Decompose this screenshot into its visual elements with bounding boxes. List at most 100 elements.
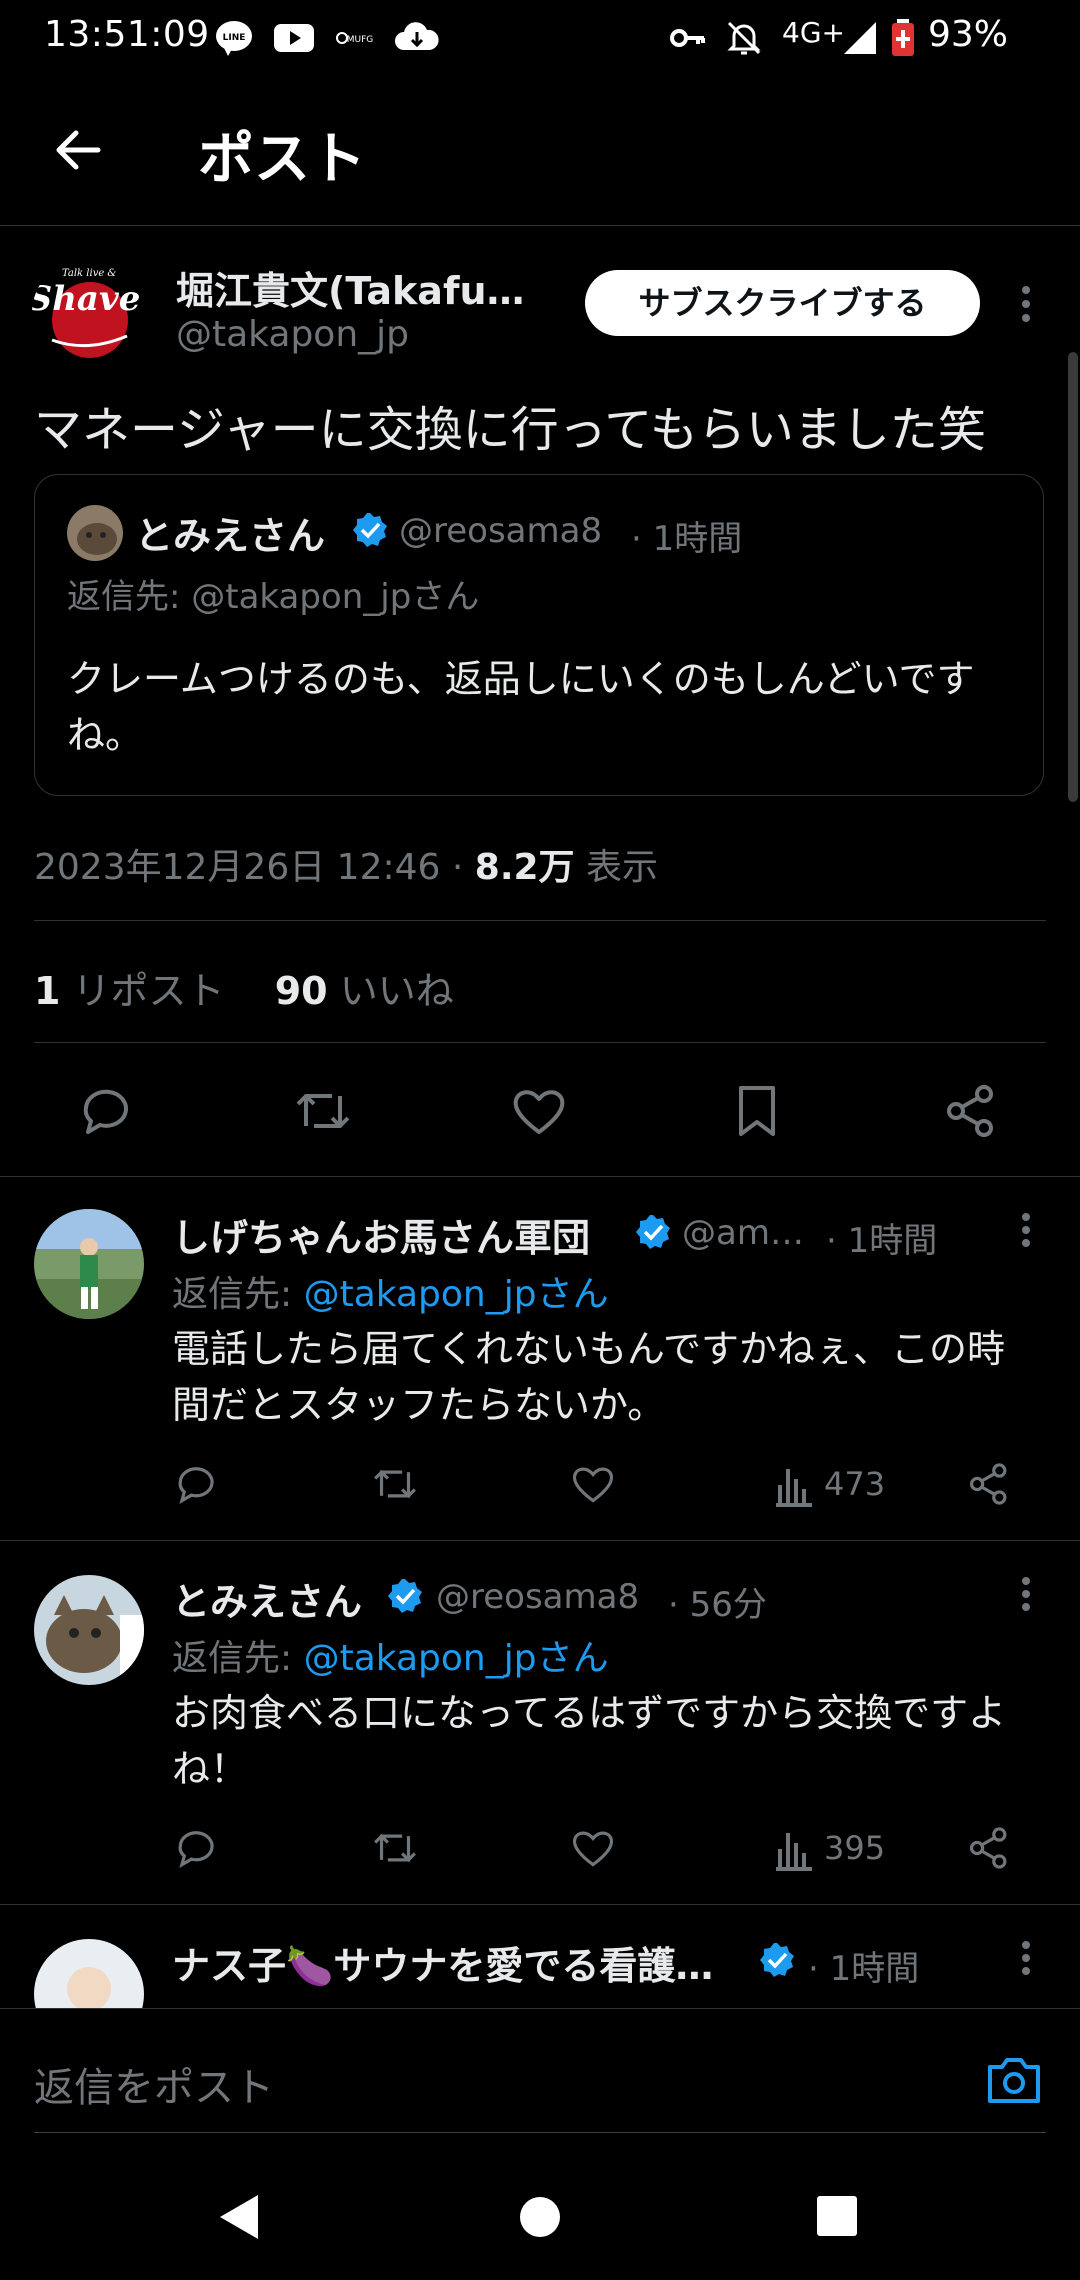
reply-reply-button[interactable] bbox=[174, 1825, 220, 1871]
like-button[interactable] bbox=[510, 1082, 568, 1140]
cloud-download-icon bbox=[392, 18, 442, 58]
quoted-post[interactable]: とみえさん @reosama8 · 1時間 返信先: @takapon_jpさん… bbox=[34, 474, 1044, 796]
share-icon bbox=[947, 1085, 993, 1137]
more-options-icon[interactable] bbox=[1016, 1575, 1036, 1615]
view-count: 473 bbox=[824, 1465, 886, 1503]
svg-text:LINE: LINE bbox=[223, 33, 246, 43]
like-stat[interactable]: 90 いいね bbox=[275, 969, 454, 1013]
reply-to-line: 返信先: @takapon_jpさん bbox=[172, 1274, 609, 1315]
more-options-icon[interactable] bbox=[1016, 1939, 1036, 1979]
reply-to-link[interactable]: @takapon_jpさん bbox=[304, 1274, 609, 1315]
divider bbox=[34, 920, 1046, 921]
more-options-icon[interactable] bbox=[1016, 1211, 1036, 1251]
battery-percent: 93% bbox=[928, 14, 1009, 55]
reply-timestamp: · 1時間 bbox=[826, 1221, 938, 1261]
reply-reply-button[interactable] bbox=[174, 1461, 220, 1507]
reply-to-link[interactable]: @takapon_jpさん bbox=[304, 1638, 609, 1679]
share-button[interactable] bbox=[942, 1082, 1000, 1140]
camera-icon bbox=[988, 2058, 1040, 2103]
reply-to-line: 返信先: @takapon_jpさん bbox=[172, 1638, 609, 1679]
heart-icon bbox=[572, 1831, 614, 1867]
reply-views[interactable]: 395 bbox=[774, 1825, 885, 1871]
header: ポスト bbox=[0, 80, 1080, 226]
reply-item[interactable]: しげちゃんお馬さん軍団 @am… · 1時間 返信先: @takapon_jpさ… bbox=[0, 1177, 1080, 1539]
reply-button[interactable] bbox=[78, 1082, 136, 1140]
reply-item[interactable]: とみえさん @reosama8 · 56分 返信先: @takapon_jpさん… bbox=[0, 1541, 1080, 1903]
reply-author-name[interactable]: とみえさん bbox=[172, 1571, 362, 1626]
quote-timestamp: · 1時間 bbox=[631, 519, 743, 559]
analytics-icon bbox=[776, 1469, 812, 1507]
reply-author-name[interactable]: しげちゃんお馬さん軍団 bbox=[172, 1207, 590, 1262]
back-button[interactable] bbox=[50, 122, 106, 178]
author-avatar[interactable]: Talk live & Shave bbox=[32, 258, 142, 368]
quote-text: クレームつけるのも、返品しにいくのもしんどいですね。 bbox=[67, 657, 975, 757]
reply-share-button[interactable] bbox=[966, 1461, 1012, 1507]
circle-home-icon bbox=[520, 2197, 560, 2237]
reply-text: 電話したら届てくれないもんですかねぇ、この時間だとスタッフたらないか。 bbox=[172, 1327, 1005, 1427]
view-count: 8.2万 bbox=[474, 847, 575, 888]
reply-avatar[interactable] bbox=[34, 1939, 144, 2008]
reply-like-button[interactable] bbox=[570, 1825, 616, 1871]
square-recents-icon bbox=[817, 2196, 857, 2236]
svg-text:Talk live &: Talk live & bbox=[62, 268, 116, 279]
quote-reply-to: 返信先: @takapon_jpさん bbox=[67, 577, 480, 617]
repost-icon bbox=[374, 1469, 416, 1499]
more-options-icon[interactable] bbox=[1016, 282, 1036, 326]
reply-icon bbox=[83, 1089, 128, 1134]
author-name[interactable]: 堀江貴文(Takafu… bbox=[176, 260, 525, 315]
repost-icon bbox=[296, 1094, 350, 1128]
status-bar: 13:51:09 LINE MUFG 4G+ 93% bbox=[0, 0, 1080, 80]
reply-like-button[interactable] bbox=[570, 1461, 616, 1507]
verified-badge-icon bbox=[386, 1577, 424, 1615]
quote-author-name: とみえさん bbox=[135, 514, 326, 558]
recents-nav-button[interactable] bbox=[816, 2195, 858, 2237]
author-handle[interactable]: @takapon_jp bbox=[176, 314, 409, 355]
post-text: マネージャーに交換に行ってもらいました笑 bbox=[34, 402, 986, 458]
reply-repost-button[interactable] bbox=[370, 1825, 420, 1871]
scrollbar[interactable] bbox=[1068, 352, 1078, 802]
repost-stat[interactable]: 1 リポスト bbox=[34, 969, 225, 1013]
verified-badge-icon bbox=[634, 1213, 672, 1251]
view-count: 395 bbox=[824, 1829, 886, 1867]
reply-input[interactable]: 返信をポスト bbox=[34, 2055, 274, 2113]
triangle-back-icon bbox=[220, 2195, 258, 2239]
system-navigation-bar bbox=[0, 2133, 1080, 2280]
analytics-icon bbox=[776, 1833, 812, 1871]
engagement-stats: 1 リポスト 90 いいね bbox=[34, 960, 454, 1015]
verified-badge-icon bbox=[351, 511, 389, 549]
repost-icon bbox=[374, 1833, 416, 1863]
reply-avatar[interactable] bbox=[34, 1209, 144, 1319]
reply-avatar[interactable] bbox=[34, 1575, 144, 1685]
home-nav-button[interactable] bbox=[518, 2195, 562, 2239]
reply-author-handle[interactable]: @am… bbox=[682, 1213, 804, 1253]
svg-text:Shave: Shave bbox=[32, 279, 140, 319]
reply-share-button[interactable] bbox=[966, 1825, 1012, 1871]
mute-icon bbox=[724, 18, 764, 58]
camera-button[interactable] bbox=[986, 2055, 1042, 2105]
reply-icon bbox=[178, 1467, 214, 1504]
post-meta: 2023年12月26日 12:46 · 8.2万 表示 bbox=[34, 838, 658, 890]
reply-views[interactable]: 473 bbox=[774, 1461, 885, 1507]
post-timestamp: 2023年12月26日 12:46 · bbox=[34, 847, 475, 888]
quote-author-handle: @reosama8 bbox=[399, 511, 603, 551]
arrow-left-icon bbox=[56, 130, 101, 170]
bookmark-button[interactable] bbox=[728, 1082, 786, 1140]
share-icon bbox=[969, 1463, 1007, 1505]
reply-item[interactable]: ナス子🍆サウナを愛でる看護… · 1時間 bbox=[0, 1905, 1080, 2008]
reply-author-handle[interactable]: @reosama8 bbox=[436, 1577, 639, 1617]
reply-text: お肉食べる口になってるはずですから交換ですよね！ bbox=[172, 1691, 1007, 1791]
reply-author-name[interactable]: ナス子🍆サウナを愛でる看護… bbox=[172, 1935, 713, 1990]
reply-repost-button[interactable] bbox=[370, 1461, 420, 1507]
svg-text:MUFG: MUFG bbox=[347, 35, 374, 45]
clock: 13:51:09 bbox=[44, 14, 210, 55]
youtube-icon bbox=[272, 18, 316, 58]
key-icon bbox=[668, 18, 708, 58]
reply-timestamp: · 56分 bbox=[668, 1585, 767, 1625]
line-icon: LINE bbox=[214, 18, 254, 58]
verified-badge-icon bbox=[758, 1941, 796, 1979]
back-nav-button[interactable] bbox=[218, 2193, 260, 2241]
subscribe-button[interactable]: サブスクライブする bbox=[585, 270, 980, 336]
repost-button[interactable] bbox=[292, 1082, 354, 1140]
battery-icon bbox=[890, 18, 916, 58]
reply-composer: 返信をポスト bbox=[0, 2008, 1080, 2134]
